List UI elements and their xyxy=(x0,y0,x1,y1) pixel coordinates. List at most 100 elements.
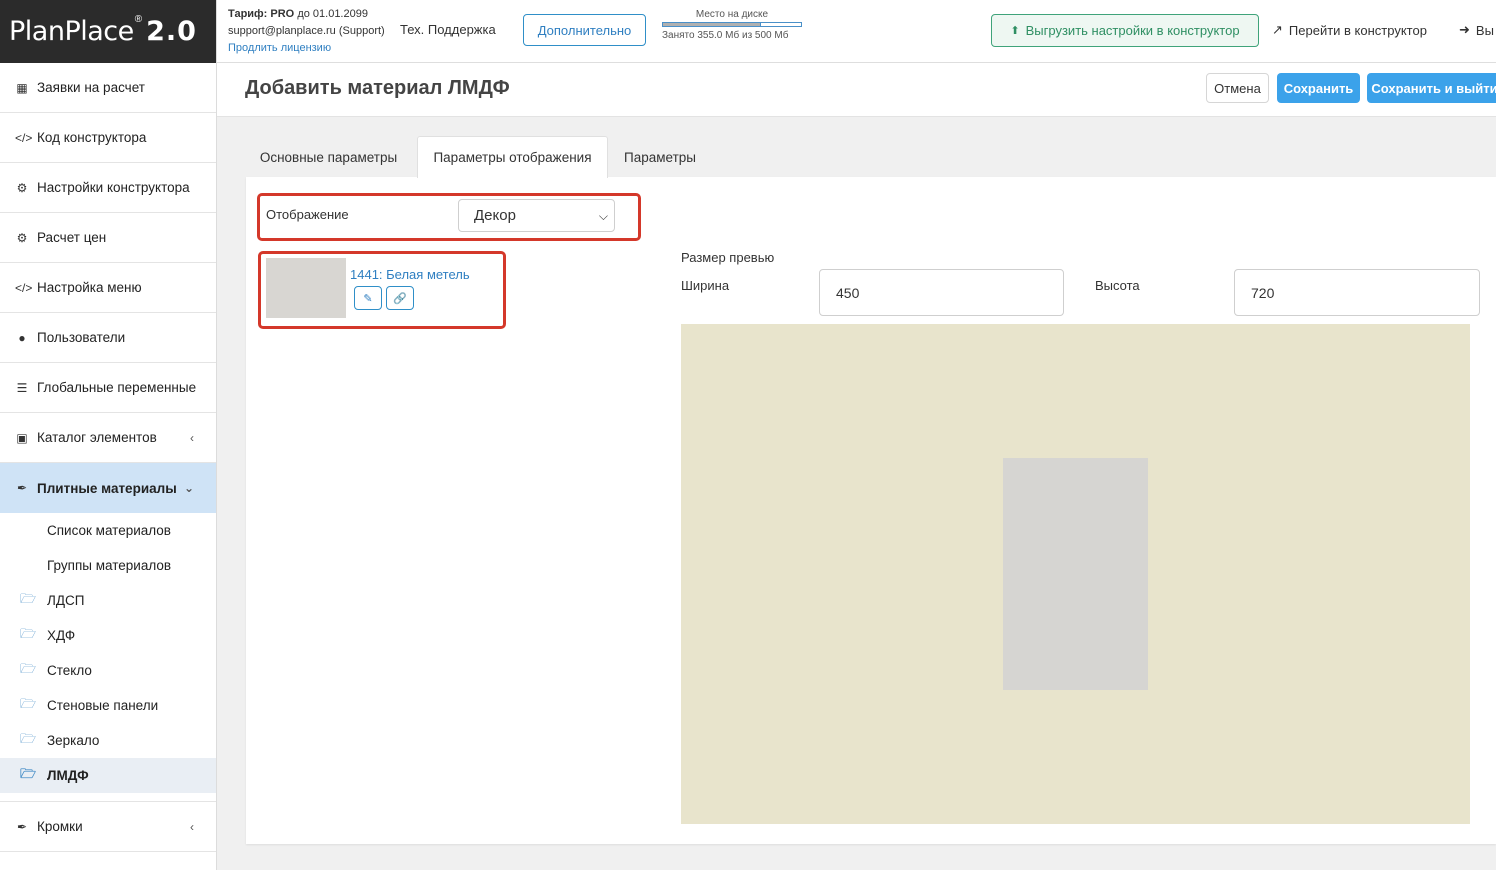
sidebar-item-requests[interactable]: ▦ Заявки на расчет xyxy=(0,63,216,113)
sidebar-item-label: Настройки конструктора xyxy=(37,180,190,195)
brush-icon: ✒ xyxy=(16,819,28,834)
chevron-left-icon: ‹ xyxy=(190,430,194,445)
logo-brand: PlanPlace xyxy=(9,16,134,47)
folder-icon: 🗁 xyxy=(20,590,37,606)
preview-texture xyxy=(1003,458,1148,690)
save-button[interactable]: Сохранить xyxy=(1277,73,1360,103)
sidebar-item-constructor-settings[interactable]: ⚙ Настройки конструктора xyxy=(0,163,216,213)
display-label: Отображение xyxy=(266,207,349,222)
display-select[interactable]: Декор ⌵ xyxy=(458,199,615,232)
cancel-button[interactable]: Отмена xyxy=(1206,73,1269,103)
logo[interactable]: PlanPlace ® 2.0 xyxy=(0,0,216,63)
page-title: Добавить материал ЛМДФ xyxy=(245,77,510,99)
book-icon: ▣ xyxy=(16,430,28,445)
disk-usage: Место на диске Занято 355.0 Мб из 500 Мб xyxy=(662,9,802,41)
tariff-plan: PRO xyxy=(270,8,295,20)
sidebar-item-catalog[interactable]: ▣ Каталог элементов ‹ xyxy=(0,413,216,463)
sidebar-item-label: Глобальные переменные xyxy=(37,380,197,395)
code-icon: </> xyxy=(15,130,33,145)
sidebar-item-label: Пользователи xyxy=(37,330,126,345)
list-icon: ☰ xyxy=(16,380,28,395)
sidebar-item-global-vars[interactable]: ☰ Глобальные переменные xyxy=(0,363,216,413)
sidebar-item-label: Кромки xyxy=(37,819,83,834)
folder-icon: 🗁 xyxy=(20,660,37,676)
chevron-down-icon: ⌄ xyxy=(183,481,194,495)
sidebar: PlanPlace ® 2.0 ▦ Заявки на расчет </> Код… xyxy=(0,0,217,870)
folder-label: ЛМДФ xyxy=(47,768,89,783)
user-icon: ● xyxy=(18,330,26,345)
sidebar-item-menu-settings[interactable]: </> Настройка меню xyxy=(0,263,216,313)
folder-icon: 🗁 xyxy=(20,765,37,781)
folder-icon: 🗁 xyxy=(20,625,37,641)
title-bar: Добавить материал ЛМДФ Отмена Сохранить … xyxy=(217,63,1496,117)
folder-icon: 🗁 xyxy=(20,695,37,711)
exit-link[interactable]: ➜ Вы xyxy=(1459,22,1494,38)
tab-main-params[interactable]: Основные параметры xyxy=(246,136,411,178)
height-input[interactable]: 720 xyxy=(1234,269,1480,316)
folder-label: Стеновые панели xyxy=(47,698,159,713)
logo-version: 2.0 xyxy=(146,16,197,47)
preview-size-title: Размер превью xyxy=(681,250,775,265)
chevron-left-icon: ‹ xyxy=(190,819,194,834)
clipboard-icon: ▦ xyxy=(16,80,28,95)
license-info: Тариф: PRO до 01.01.2099 support@planpla… xyxy=(228,6,385,57)
display-select-value: Декор xyxy=(474,207,516,224)
code-icon: </> xyxy=(15,280,33,295)
slab-materials-submenu: Список материалов Группы материалов 🗁 ЛД… xyxy=(0,513,216,802)
folder-item[interactable]: 🗁 Стекло xyxy=(0,653,216,688)
gears-icon: ⚙ xyxy=(16,180,28,195)
brush-icon: ✒ xyxy=(16,481,28,495)
folder-item[interactable]: 🗁 ХДФ xyxy=(0,618,216,653)
edit-icon: ✎ xyxy=(363,292,373,305)
sidebar-item-label: Код конструктора xyxy=(37,130,147,145)
upload-icon: ⬆ xyxy=(1010,25,1020,37)
folder-label: ХДФ xyxy=(47,628,76,643)
sidebar-item-users[interactable]: ● Пользователи xyxy=(0,313,216,363)
disk-progress-bar xyxy=(662,22,802,27)
folder-label: ЛДСП xyxy=(47,593,85,608)
export-settings-button[interactable]: ⬆ Выгрузить настройки в конструктор xyxy=(991,14,1259,47)
decor-thumbnail[interactable] xyxy=(266,258,346,318)
width-input[interactable]: 450 xyxy=(819,269,1064,316)
folder-item[interactable]: 🗁 Зеркало xyxy=(0,723,216,758)
save-and-exit-button[interactable]: Сохранить и выйти xyxy=(1367,73,1496,103)
folder-item[interactable]: 🗁 Стеновые панели xyxy=(0,688,216,723)
sidebar-item-constructor-code[interactable]: </> Код конструктора xyxy=(0,113,216,163)
go-constructor-link[interactable]: ↗ Перейти в конструктор xyxy=(1272,22,1427,38)
go-constructor-label: Перейти в конструктор xyxy=(1288,22,1427,38)
sidebar-subitem-material-groups[interactable]: Группы материалов xyxy=(0,548,216,583)
preview-area xyxy=(681,324,1470,824)
renew-license-link[interactable]: Продлить лицензию xyxy=(228,42,331,54)
external-link-icon: ↗ xyxy=(1272,22,1283,37)
sidebar-item-label: Расчет цен xyxy=(37,230,107,245)
height-label: Высота xyxy=(1095,278,1140,293)
link-icon: 🔗 xyxy=(393,292,407,305)
tariff-label: Тариф: xyxy=(228,8,268,20)
sidebar-item-price-calc[interactable]: ⚙ Расчет цен xyxy=(0,213,216,263)
sidebar-item-slab-materials[interactable]: ✒ Плитные материалы ⌄ xyxy=(0,463,216,513)
top-bar: Тариф: PRO до 01.01.2099 support@planpla… xyxy=(217,0,1496,63)
folder-label: Зеркало xyxy=(47,733,100,748)
disk-label: Место на диске xyxy=(695,9,769,20)
folder-item-current[interactable]: 🗁 ЛМДФ xyxy=(0,758,216,793)
tab-params[interactable]: Параметры xyxy=(612,136,708,178)
tab-display-params[interactable]: Параметры отображения xyxy=(417,136,608,178)
logo-reg: ® xyxy=(134,14,143,25)
sidebar-item-label: Настройка меню xyxy=(37,280,142,295)
sidebar-item-label: Каталог элементов xyxy=(37,430,157,445)
support-link[interactable]: Тех. Поддержка xyxy=(400,22,496,37)
tariff-until: до 01.01.2099 xyxy=(297,8,368,20)
sidebar-subitem-materials-list[interactable]: Список материалов xyxy=(0,513,216,548)
edit-decor-button[interactable]: ✎ xyxy=(354,286,382,310)
account-email: support@planplace.ru (Support) xyxy=(228,25,385,37)
link-decor-button[interactable]: 🔗 xyxy=(386,286,414,310)
folder-item[interactable]: 🗁 ЛДСП xyxy=(0,583,216,618)
export-settings-label: Выгрузить настройки в конструктор xyxy=(1025,23,1240,38)
disk-usage-text: Занято 355.0 Мб из 500 Мб xyxy=(662,30,789,41)
more-button[interactable]: Дополнительно xyxy=(523,14,646,46)
disk-progress-fill xyxy=(663,23,761,26)
folder-label: Стекло xyxy=(47,663,92,678)
sidebar-item-edges[interactable]: ✒ Кромки ‹ xyxy=(0,802,216,852)
decor-link[interactable]: 1441: Белая метель xyxy=(350,267,470,282)
exit-label: Вы xyxy=(1475,22,1494,38)
